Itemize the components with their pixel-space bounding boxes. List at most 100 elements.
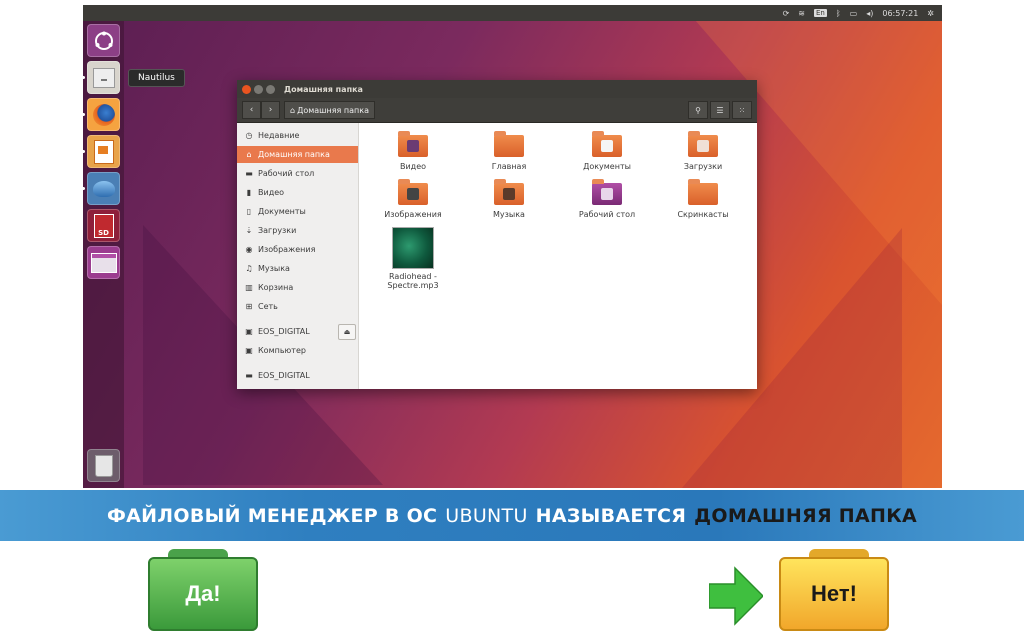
music-icon: ♫ [245, 264, 253, 273]
sidebar-item-desktop[interactable]: ▬ Рабочий стол [237, 165, 358, 182]
wifi-icon[interactable]: ≋ [798, 9, 805, 18]
sidebar-item-label: Видео [258, 188, 285, 197]
sd-card-launcher[interactable]: SD [87, 209, 120, 242]
search-icon: ⚲ [695, 105, 701, 115]
desktop-icon: ▬ [245, 169, 253, 178]
sidebar-item-video[interactable]: ▮ Видео [237, 184, 358, 201]
folder-label: Видео [399, 162, 427, 171]
window-title: Домашняя папка [284, 84, 363, 94]
yes-answer-button[interactable]: Да! [148, 549, 258, 631]
launcher-tooltip: Nautilus [128, 69, 185, 87]
eject-button[interactable]: ⏏ [338, 324, 356, 340]
trash-icon: ▥ [245, 283, 253, 292]
sidebar-item-label: Музыка [258, 264, 290, 273]
sync-icon[interactable]: ⟳ [783, 9, 790, 18]
presentation-icon [93, 139, 114, 164]
keyboard-layout-indicator[interactable]: En [813, 9, 827, 17]
search-button[interactable]: ⚲ [688, 101, 708, 119]
top-panel: ⟳ ≋ En ᛒ ▭ ◂) 06:57:21 ✲ [83, 5, 942, 21]
nautilus-launcher[interactable] [87, 61, 120, 94]
clock-icon: ◷ [245, 131, 253, 140]
ubuntu-logo-icon [94, 31, 113, 50]
file-manager-window: Домашняя папка ‹ › ⌂ Домашняя папка ⚲ ☰ … [237, 80, 757, 389]
sidebar-item-music[interactable]: ♫ Музыка [237, 260, 358, 277]
no-answer-button[interactable]: Нет! [779, 549, 889, 631]
sidebar-item-eos-digital-folder[interactable]: ▬ EOS_DIGITAL [237, 367, 358, 384]
places-sidebar: ◷ Недавние ⌂ Домашняя папка ▬ Рабочий стол … [237, 123, 359, 389]
no-answer-label: Нет! [779, 557, 889, 631]
folder-item-main[interactable]: Главная [469, 131, 549, 171]
music-folder-icon [494, 179, 524, 205]
sidebar-item-documents[interactable]: ▯ Документы [237, 203, 358, 220]
minimize-icon[interactable] [254, 84, 263, 94]
folder-item-desktop[interactable]: Рабочий стол [567, 179, 647, 219]
folder-item-pictures[interactable]: Изображения [373, 179, 453, 219]
battery-icon[interactable]: ▭ [850, 9, 858, 18]
sidebar-item-label: Изображения [258, 245, 316, 254]
maximize-icon[interactable] [266, 84, 275, 94]
close-icon[interactable] [242, 84, 251, 94]
eject-icon: ⏏ [343, 328, 351, 336]
video-folder-icon [398, 131, 428, 157]
bluetooth-icon[interactable]: ᛒ [836, 9, 841, 18]
window-titlebar[interactable]: Домашняя папка [237, 80, 757, 98]
running-indicator [83, 76, 85, 79]
sidebar-item-label: Недавние [258, 131, 300, 140]
sidebar-item-recent[interactable]: ◷ Недавние [237, 127, 358, 144]
impress-launcher[interactable] [87, 135, 120, 168]
file-label: Radiohead - Spectre.mp3 [387, 272, 439, 290]
home-icon: ⌂ [246, 150, 252, 159]
dash-button[interactable] [87, 24, 120, 57]
folder-item-downloads[interactable]: Загрузки [663, 131, 743, 171]
grid-icon: ⁙ [738, 105, 746, 115]
sidebar-item-label: EOS_DIGITAL [258, 371, 310, 380]
sidebar-item-label: Домашняя папка [258, 150, 330, 159]
breadcrumb-label: Домашняя папка [297, 105, 369, 115]
sidebar-item-downloads[interactable]: ⇣ Загрузки [237, 222, 358, 239]
folder-item-screencasts[interactable]: Скринкасты [663, 179, 743, 219]
sidebar-item-network[interactable]: ⊞ Сеть [237, 298, 358, 315]
grid-view-button[interactable]: ⁙ [732, 101, 752, 119]
pictures-folder-icon [398, 179, 428, 205]
folder-item-documents[interactable]: Документы [567, 131, 647, 171]
window-toolbar: ‹ › ⌂ Домашняя папка ⚲ ☰ ⁙ [237, 98, 757, 123]
audio-file-thumbnail [392, 227, 434, 269]
desktop-folder-icon [592, 179, 622, 205]
folder-label: Главная [491, 162, 527, 171]
sidebar-item-pictures[interactable]: ◉ Изображения [237, 241, 358, 258]
firefox-launcher[interactable] [87, 98, 120, 131]
sidebar-item-label: Рабочий стол [258, 169, 315, 178]
clock[interactable]: 06:57:21 [882, 9, 918, 18]
ubuntu-desktop: ⟳ ≋ En ᛒ ▭ ◂) 06:57:21 ✲ SD Nautilus Дом… [83, 5, 942, 488]
folder-item-video[interactable]: Видео [373, 131, 453, 171]
sidebar-item-home[interactable]: ⌂ Домашняя папка [237, 146, 358, 163]
folder-item-music[interactable]: Музыка [469, 179, 549, 219]
gear-icon[interactable]: ✲ [927, 9, 934, 18]
arrow-right-icon [709, 566, 763, 626]
thunderbird-launcher[interactable] [87, 172, 120, 205]
sidebar-item-computer[interactable]: ▣ Компьютер [237, 342, 358, 359]
breadcrumb[interactable]: ⌂ Домашняя папка [284, 101, 375, 119]
download-icon: ⇣ [245, 226, 253, 235]
trash-launcher[interactable] [87, 449, 120, 482]
sidebar-item-label: Сеть [258, 302, 278, 311]
trash-icon [94, 454, 113, 477]
video-icon: ▮ [246, 188, 252, 197]
documents-folder-icon [592, 131, 622, 157]
window-launcher[interactable] [87, 246, 120, 279]
bird-icon [92, 180, 115, 197]
file-item-mp3[interactable]: Radiohead - Spectre.mp3 [373, 227, 453, 290]
folder-icon: ▬ [245, 371, 253, 380]
forward-button[interactable]: › [261, 101, 280, 119]
sidebar-item-trash[interactable]: ▥ Корзина [237, 279, 358, 296]
folder-label: Документы [583, 162, 631, 171]
list-view-button[interactable]: ☰ [710, 101, 730, 119]
downloads-folder-icon [688, 131, 718, 157]
volume-icon[interactable]: ◂) [866, 9, 873, 18]
folder-icon [494, 131, 524, 157]
folder-label: Рабочий стол [578, 210, 636, 219]
running-indicator [83, 150, 85, 153]
banner-text-3: НАЗЫВАЕТСЯ [535, 504, 687, 527]
document-icon: ▯ [246, 207, 252, 216]
back-button[interactable]: ‹ [242, 101, 261, 119]
